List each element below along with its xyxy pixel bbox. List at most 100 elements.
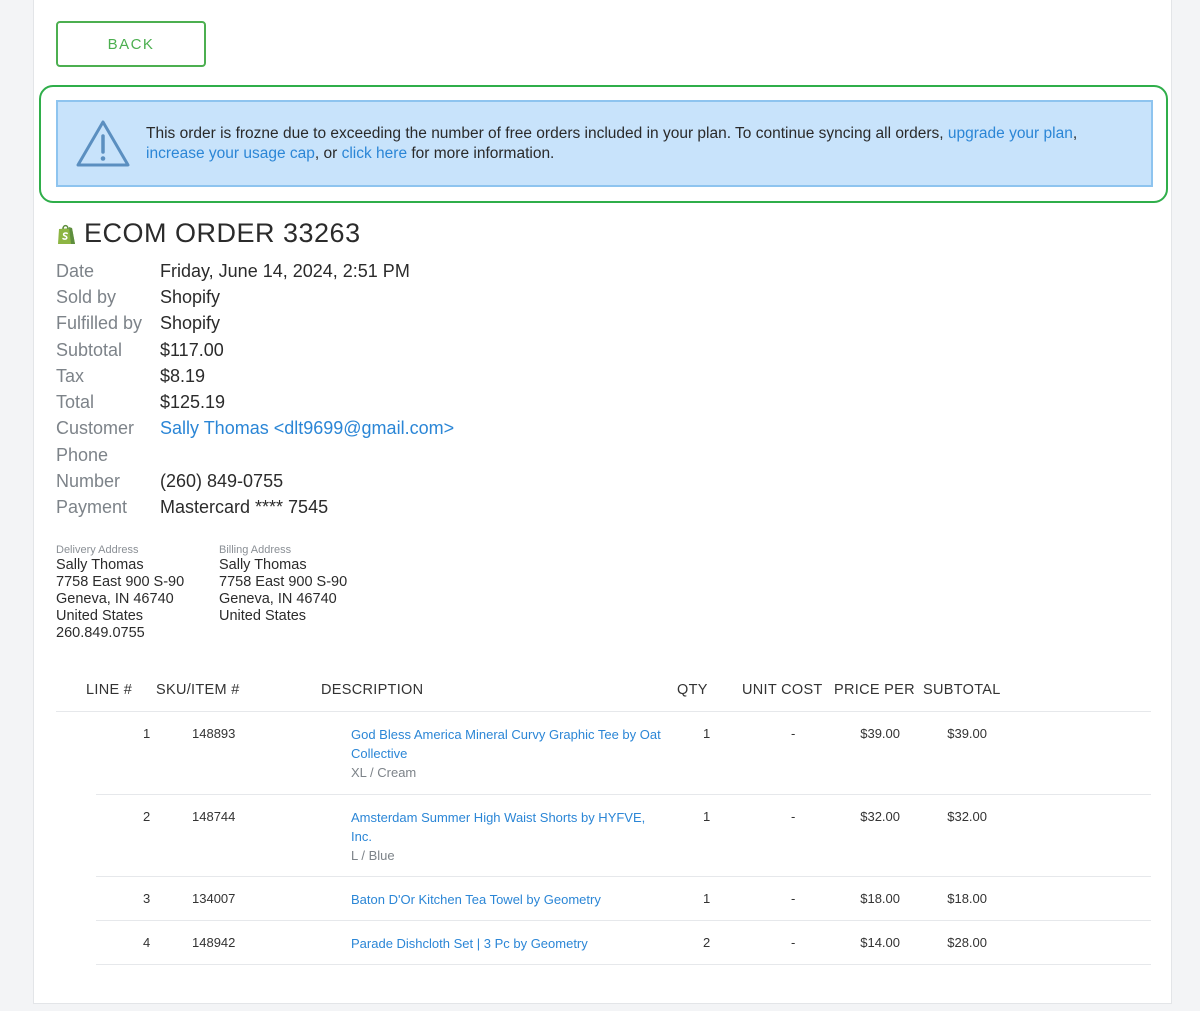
cell-sku: 134007 [192,891,236,906]
cell-sku: 148744 [192,809,236,824]
product-link[interactable]: Amsterdam Summer High Waist Shorts by HY… [351,810,645,844]
detail-label: Payment [56,497,128,518]
cell-unit-cost: - [791,935,796,950]
detail-row-number: Number (260) 849-0755 [56,468,454,494]
detail-value: $117.00 [160,339,224,360]
order-title-row: ECOM ORDER 33263 [56,218,361,249]
detail-value: $8.19 [160,365,206,386]
header-subtotal: SUBTOTAL [923,682,1001,698]
detail-row-sold-by: Sold by Shopify [56,284,454,310]
detail-label: Tax [56,365,85,386]
alert-text-before: This order is frozne due to exceeding th… [146,124,948,142]
detail-row-fulfilled-by: Fulfilled by Shopify [56,311,454,337]
warning-icon [76,120,130,166]
cell-price-per: $32.00 [860,809,900,824]
detail-label: Fulfilled by [56,313,143,334]
detail-label: Customer [56,418,135,439]
shopify-bag-icon [58,224,75,244]
cell-price-per: $39.00 [860,726,900,741]
detail-row-subtotal: Subtotal $117.00 [56,337,454,363]
detail-label: Date [56,260,95,281]
product-link[interactable]: God Bless America Mineral Curvy Graphic … [351,727,661,761]
delivery-name: Sally Thomas [56,557,144,573]
detail-value: $125.19 [160,392,226,413]
order-title: ECOM ORDER 33263 [84,218,361,248]
cell-subtotal: $18.00 [947,891,987,906]
alert-message: This order is frozne due to exceeding th… [146,124,1091,164]
billing-street: 7758 East 900 S-90 [219,574,348,590]
detail-label: Phone [56,444,109,465]
product-variant: XL / Cream [351,765,417,780]
cell-subtotal: $32.00 [947,809,987,824]
detail-row-date: Date Friday, June 14, 2024, 2:51 PM [56,258,454,284]
cell-line: 3 [143,891,151,906]
billing-name: Sally Thomas [219,557,307,573]
detail-value: Shopify [160,313,221,334]
billing-country: United States [219,608,307,624]
cell-price-per: $14.00 [860,935,900,950]
delivery-city: Geneva, IN 46740 [56,591,174,607]
cell-line: 4 [143,935,151,950]
cell-qty: 2 [703,935,711,950]
header-line: LINE # [86,682,133,698]
detail-label: Subtotal [56,339,123,360]
billing-address-label: Billing Address [219,544,292,556]
back-button[interactable]: BACK [56,21,206,67]
detail-label: Sold by [56,286,117,307]
product-link[interactable]: Baton D'Or Kitchen Tea Towel by Geometry [351,892,601,907]
cell-line: 2 [143,809,151,824]
addresses: Delivery Address Sally Thomas 7758 East … [56,544,347,642]
cell-sku: 148942 [192,935,236,950]
order-card: BACK This order is frozne due to exceedi… [33,0,1172,1004]
detail-label: Total [56,392,95,413]
cell-subtotal: $39.00 [947,726,987,741]
detail-value: (260) 849-0755 [160,471,284,492]
cell-description: God Bless America Mineral Curvy Graphic … [351,725,666,782]
detail-row-total: Total $125.19 [56,389,454,415]
cell-qty: 1 [703,726,711,741]
delivery-country: United States [56,608,144,624]
cell-qty: 1 [703,891,711,906]
alert-comma: , [1072,124,1078,142]
cell-unit-cost: - [791,891,796,906]
line-items-table: LINE # SKU/ITEM # DESCRIPTION QTY UNIT C… [56,670,1151,965]
cell-subtotal: $28.00 [947,935,987,950]
cell-unit-cost: - [791,809,796,824]
increase-usage-cap-link[interactable]: increase your usage cap [146,145,315,162]
header-unit-cost: UNIT COST [742,682,823,698]
detail-label: Number [56,471,121,492]
header-description: DESCRIPTION [321,682,424,698]
cell-qty: 1 [703,809,711,824]
cell-price-per: $18.00 [860,891,900,906]
delivery-phone: 260.849.0755 [56,625,145,641]
header-sku: SKU/ITEM # [156,682,240,698]
customer-link[interactable]: Sally Thomas <dlt9699@gmail.com> [160,418,454,439]
alert-text-after: for more information. [407,144,555,162]
table-row: 3 134007 Baton D'Or Kitchen Tea Towel by… [96,877,1151,921]
detail-row-tax: Tax $8.19 [56,363,454,389]
click-here-link[interactable]: click here [342,145,407,162]
billing-address: Billing Address Sally Thomas 7758 East 9… [219,544,347,642]
upgrade-plan-link[interactable]: upgrade your plan [948,125,1073,142]
detail-row-phone: Phone [56,442,454,468]
cell-description: Parade Dishcloth Set | 3 Pc by Geometry [351,934,666,953]
cell-line: 1 [143,726,151,741]
cell-description: Baton D'Or Kitchen Tea Towel by Geometry [351,890,666,909]
cell-description: Amsterdam Summer High Waist Shorts by HY… [351,808,651,865]
detail-row-payment: Payment Mastercard **** 7545 [56,495,454,521]
detail-value: Mastercard **** 7545 [160,497,329,518]
delivery-address: Delivery Address Sally Thomas 7758 East … [56,544,219,642]
delivery-address-label: Delivery Address [56,544,139,556]
header-price-per: PRICE PER [834,682,915,698]
delivery-street: 7758 East 900 S-90 [56,574,185,590]
table-row: 2 148744 Amsterdam Summer High Waist Sho… [96,795,1151,877]
table-row: 4 148942 Parade Dishcloth Set | 3 Pc by … [96,921,1151,965]
product-link[interactable]: Parade Dishcloth Set | 3 Pc by Geometry [351,936,588,951]
frozen-order-alert: This order is frozne due to exceeding th… [56,100,1153,187]
table-row: 1 148893 God Bless America Mineral Curvy… [96,712,1151,795]
cell-sku: 148893 [192,726,236,741]
header-qty: QTY [677,682,708,698]
table-header: LINE # SKU/ITEM # DESCRIPTION QTY UNIT C… [56,670,1151,712]
billing-city: Geneva, IN 46740 [219,591,337,607]
detail-value: Friday, June 14, 2024, 2:51 PM [160,260,410,281]
